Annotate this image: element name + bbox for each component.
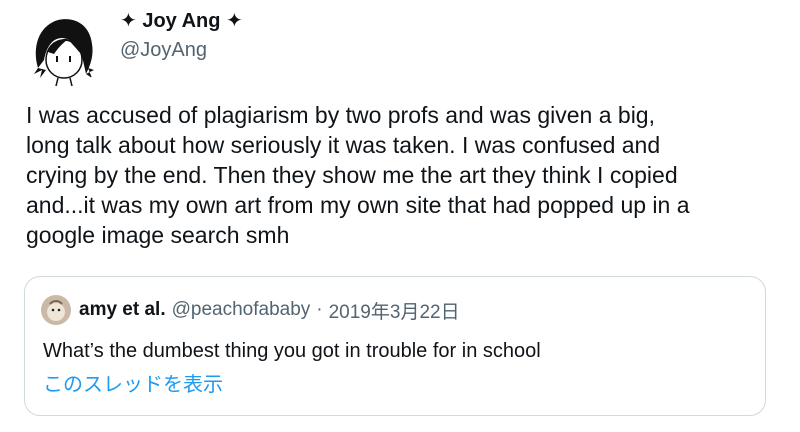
- illustrated-avatar-icon: [24, 8, 104, 88]
- author-info: ✦ Joy Ang ✦ @JoyAng: [120, 6, 243, 64]
- author-handle[interactable]: @JoyAng: [120, 36, 243, 64]
- tweet-text: I was accused of plagiarism by two profs…: [26, 102, 690, 248]
- quoted-tweet-card[interactable]: amy et al. @peachofababy · 2019年3月22日 Wh…: [24, 276, 766, 416]
- author-avatar[interactable]: [24, 8, 104, 88]
- tweet: ✦ Joy Ang ✦ @JoyAng I was accused of pla…: [0, 0, 800, 432]
- quoted-separator: ·: [316, 299, 323, 320]
- peach-avatar-icon: [41, 295, 71, 325]
- author-display-name[interactable]: ✦ Joy Ang ✦: [120, 6, 243, 36]
- quoted-author-handle[interactable]: @peachofababy: [172, 299, 311, 321]
- quoted-timestamp[interactable]: 2019年3月22日: [329, 297, 460, 324]
- quoted-author-avatar[interactable]: [41, 295, 71, 325]
- show-thread-link[interactable]: このスレッドを表示: [43, 371, 223, 399]
- quoted-tweet-text: What’s the dumbest thing you got in trou…: [43, 340, 541, 362]
- quoted-tweet-header: amy et al. @peachofababy · 2019年3月22日: [41, 295, 460, 325]
- quoted-author-name[interactable]: amy et al.: [79, 299, 166, 321]
